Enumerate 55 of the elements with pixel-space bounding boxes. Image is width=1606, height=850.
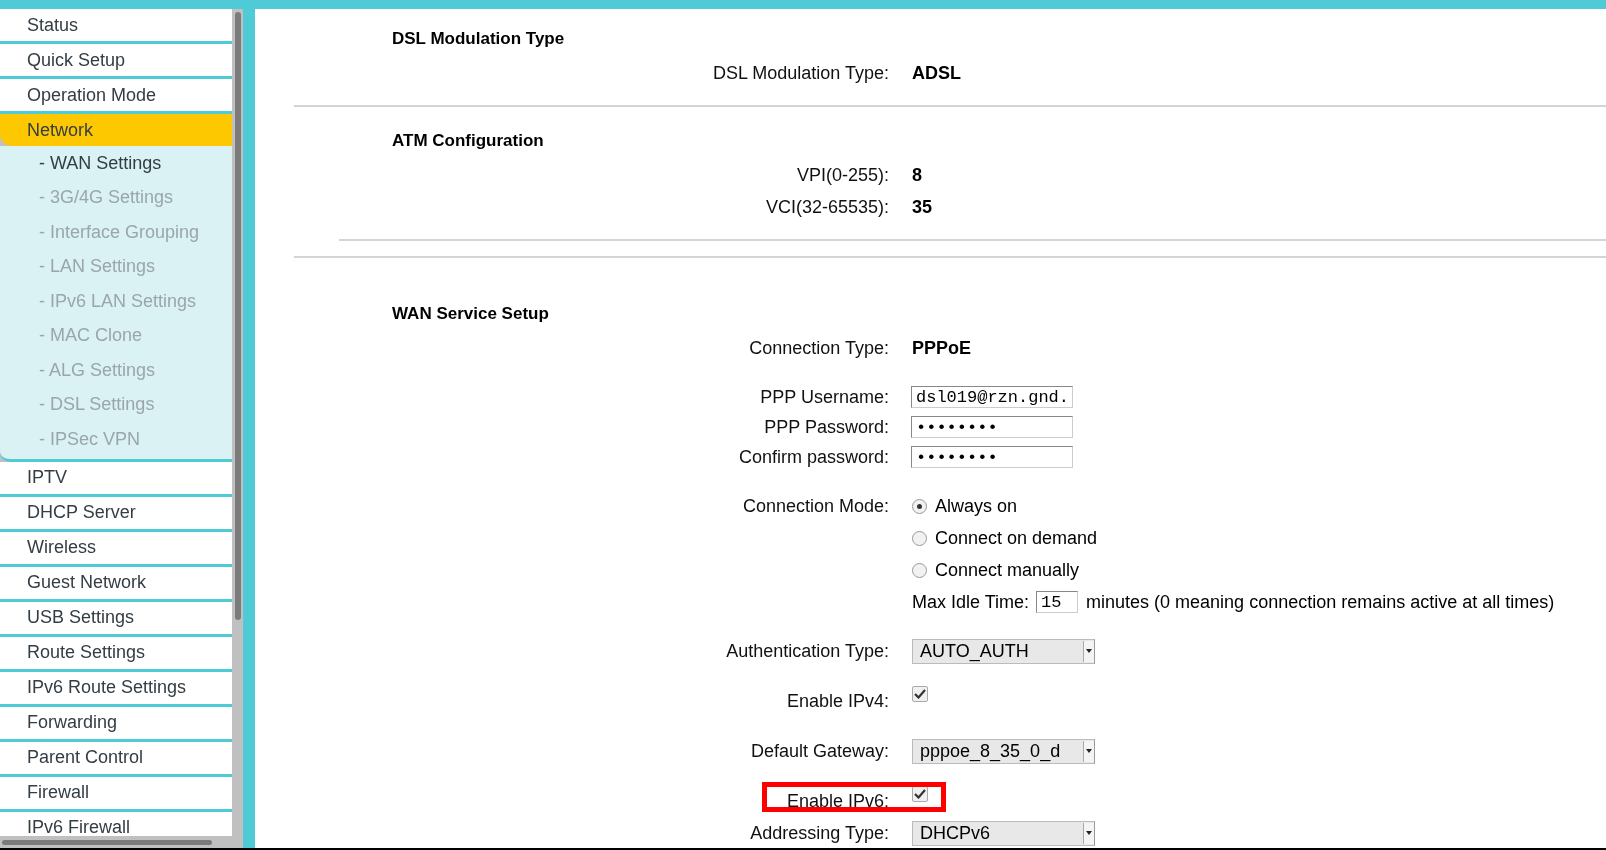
field-label: Confirm password: — [738, 446, 889, 468]
menu-item[interactable]: Route Settings — [0, 636, 232, 672]
dropdown[interactable]: DHCPv6 — [912, 820, 1095, 846]
menu-item[interactable]: Quick Setup — [0, 44, 232, 79]
field-label: VCI(32-65535): — [765, 196, 889, 218]
field-label: Enable IPv4: — [786, 690, 889, 712]
caret-icon — [1086, 749, 1092, 753]
section-heading: ATM Configuration — [392, 130, 545, 152]
menu-item[interactable]: IPv6 Route Settings — [0, 671, 232, 707]
checkbox[interactable] — [912, 686, 928, 702]
submenu-item[interactable]: - WAN Settings — [0, 146, 232, 181]
radio-button[interactable] — [912, 498, 927, 514]
menu-item[interactable]: Network — [0, 114, 232, 146]
radio-label: Always on — [935, 495, 1018, 517]
input-field[interactable]: •••••••• — [911, 416, 1073, 438]
hint-text: minutes (0 meaning connection remains active at all times) — [1086, 591, 1555, 613]
field-label: Connection Mode: — [742, 495, 889, 517]
input-field[interactable]: •••••••• — [911, 446, 1073, 468]
radio-button[interactable] — [912, 562, 927, 578]
field-label: DSL Modulation Type: — [712, 62, 889, 84]
dropdown[interactable]: AUTO_AUTH — [912, 638, 1095, 664]
field-value: PPPoE — [912, 337, 973, 359]
menu-item[interactable]: DHCP Server — [0, 496, 232, 532]
field-label: VPI(0-255): — [796, 164, 889, 186]
field-label: Max Idle Time: — [912, 591, 1030, 613]
radio-label: Connect on demand — [935, 527, 1098, 549]
field-label: Connection Type: — [749, 337, 889, 359]
menu-item[interactable]: Status — [0, 9, 232, 44]
caret-icon — [1086, 649, 1092, 653]
field-value: 8 — [912, 164, 923, 186]
section-heading: DSL Modulation Type — [392, 28, 566, 50]
menu-item[interactable]: Wireless — [0, 531, 232, 567]
field-value: ADSL — [912, 62, 962, 84]
field-label: Enable IPv6: — [786, 790, 889, 812]
input-field[interactable]: 15 — [1036, 591, 1079, 613]
radio-label: Connect manually — [935, 559, 1080, 581]
menu-item[interactable]: Parent Control — [0, 741, 232, 777]
menu-item[interactable]: Guest Network — [0, 566, 232, 602]
section-heading: WAN Service Setup — [392, 303, 550, 325]
menu-item[interactable]: Firewall — [0, 776, 232, 812]
dropdown[interactable]: pppoe_8_35_0_d — [912, 738, 1095, 764]
field-label: Addressing Type: — [750, 822, 889, 844]
field-value: 35 — [912, 196, 934, 218]
field-label: PPP Username: — [760, 386, 889, 408]
menu-item[interactable]: USB Settings — [0, 601, 232, 637]
field-label: Default Gateway: — [750, 740, 889, 762]
field-label: Authentication Type: — [726, 640, 889, 662]
input-field[interactable]: dsl019@rzn.gnd. — [911, 386, 1073, 408]
menu-item[interactable]: IPTV — [0, 461, 232, 497]
field-label: PPP Password: — [764, 416, 889, 438]
radio-button[interactable] — [912, 530, 927, 546]
menu-item[interactable]: Operation Mode — [0, 79, 232, 114]
menu-item[interactable]: Forwarding — [0, 706, 232, 742]
caret-icon — [1086, 831, 1092, 835]
menu-item[interactable]: IPv6 Firewall — [0, 811, 232, 836]
